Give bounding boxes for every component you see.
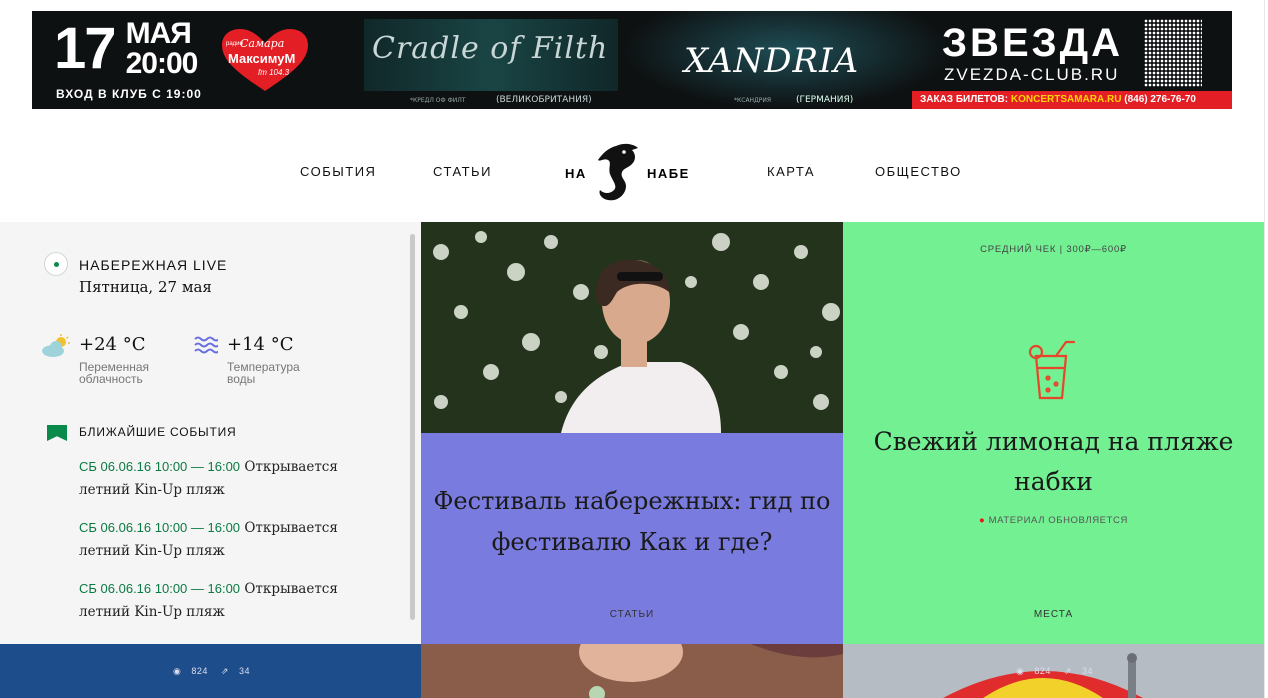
article-category: СТАТЬИ [609,609,655,620]
site-logo[interactable]: НА НАБЕ [560,140,700,206]
water-label-line2: воды [227,372,256,386]
eye-icon: ◉ [173,666,182,676]
air-label-line2: облачность [79,372,143,386]
ad-date: 17 МАЯ 20:00 [54,16,199,81]
event-text: Открывается [244,459,338,475]
band2-caption: *КСАНДРИЯ [734,97,772,104]
page: 17 МАЯ 20:00 ВХОД В КЛУБ С 19:00 радио С… [0,0,1268,698]
ad-month: МАЯ [125,17,192,50]
tickets-site: KONCERTSAMARA.RU [1010,94,1122,105]
ad-time: 20:00 [125,47,199,80]
status-dot-icon: ● [979,515,986,526]
right-tile-stats: ◉ 824 ⇗ 34 [1016,666,1103,677]
water-temperature: +14 °C [227,334,294,355]
water-waves-icon [194,336,218,354]
page-right-edge [1264,0,1268,698]
sidebar-scrollbar[interactable] [410,234,415,620]
upcoming-events-title: БЛИЖАЙШИЕ СОБЫТИЯ [79,425,237,439]
event-text-line2: летний Kin-Up пляж [79,482,225,498]
person-photo-image [421,644,843,698]
share-icon: ⇗ [220,666,229,676]
live-indicator-icon [44,252,68,276]
ad-month-time: МАЯ 20:00 [125,17,199,80]
club-name: ЗВЕЗДА [942,21,1124,65]
event-time: СБ 06.06.16 10:00 — 16:00 [79,581,241,596]
article-title: Фестиваль набережных: гид по фестивалю К… [421,481,843,563]
views-count: 824 [1034,666,1051,676]
event-time: СБ 06.06.16 10:00 — 16:00 [79,459,241,474]
radio-name: Самара [240,37,285,50]
radio-brand: МаксимуМ [228,51,296,66]
radio-freq: fm 104.3 [258,68,290,77]
band1-country: (ВЕЛИКОБРИТАНИЯ) [496,95,592,105]
club-url: ZVEZDA-CLUB.RU [944,65,1120,84]
band2-logo: XANDRIA [684,41,860,81]
update-status: ● МАТЕРИАЛ ОБНОВЛЯЕТСЯ [843,515,1264,526]
views-count: 824 [191,666,208,676]
article-title-line2: фестивалю Как и где? [491,528,773,556]
article-title-line1: Фестиваль набережных: гид по [433,487,831,515]
air-condition-label: Переменная облачность [79,361,189,385]
event-text: Открывается [244,520,338,536]
update-status-text: МАТЕРИАЛ ОБНОВЛЯЕТСЯ [988,515,1128,526]
event-item[interactable]: СБ 06.06.16 10:00 — 16:00 Открывается ле… [79,516,379,563]
nav-articles[interactable]: СТАТЬИ [433,164,492,179]
logo-left-text: НА [565,166,587,181]
place-title-line2: набки [1014,467,1093,496]
ad-banner[interactable]: 17 МАЯ 20:00 ВХОД В КЛУБ С 19:00 радио С… [32,11,1232,109]
live-title: НАБЕРЕЖНАЯ LIVE [79,257,228,273]
tickets-strip: ЗАКАЗ БИЛЕТОВ: KONCERTSAMARA.RU (846) 27… [912,91,1232,109]
seahorse-logo-icon [598,143,638,201]
main-nav: СОБЫТИЯ СТАТЬИ НА НАБЕ КАРТА ОБЩЕСТВО [0,120,1268,222]
event-item[interactable]: СБ 06.06.16 10:00 — 16:00 Открывается ле… [79,577,379,624]
event-item[interactable]: СБ 06.06.16 10:00 — 16:00 Открывается ле… [79,455,379,502]
event-time: СБ 06.06.16 10:00 — 16:00 [79,520,241,535]
woman-among-flowers-image [421,222,843,433]
lemonade-glass-icon [1028,340,1076,400]
nav-map[interactable]: КАРТА [767,164,815,179]
club-logo-icon [1144,19,1202,87]
live-date: Пятница, 27 мая [79,278,212,296]
nav-society[interactable]: ОБЩЕСТВО [875,164,962,179]
radio-maximum-logo: радио Самара МаксимуМ fm 104.3 [218,27,312,93]
event-text-line2: летний Kin-Up пляж [79,543,225,559]
average-check: СРЕДНИЙ ЧЕК | 300₽—600₽ [980,244,1127,255]
blue-tile-stats: ◉ 824 ⇗ 34 [173,666,260,677]
air-temperature: +24 °C [79,334,146,355]
share-icon: ⇗ [1063,666,1072,676]
place-category: МЕСТА [1033,609,1074,620]
place-title: Свежий лимонад на пляже набки [843,422,1264,502]
shares-count: 34 [1081,666,1093,676]
tickets-label: ЗАКАЗ БИЛЕТОВ: [920,94,1009,105]
band2-country: (ГЕРМАНИЯ) [796,95,854,105]
shares-count: 34 [238,666,250,676]
band1-caption: *КРЕДЛ ОФ ФИЛТ [410,97,466,104]
logo-right-text: НАБЕ [647,166,690,181]
tickets-phone: (846) 276-76-70 [1124,94,1196,105]
band1-logo: Cradle of Filth [372,31,609,66]
article-tile-festival[interactable]: Фестиваль набережных: гид по фестивалю К… [421,433,843,644]
article-photo[interactable] [421,222,843,433]
partly-cloudy-icon [42,334,70,357]
water-temperature-label: Температура воды [227,361,337,385]
place-title-line1: Свежий лимонад на пляже [873,427,1234,456]
ad-day: 17 [54,16,116,81]
ad-entry-time: ВХОД В КЛУБ С 19:00 [56,87,202,101]
article-tile-photo-bottom[interactable] [421,644,843,698]
event-text: Открывается [244,581,338,597]
eye-icon: ◉ [1016,666,1025,676]
event-text-line2: летний Kin-Up пляж [79,604,225,620]
nav-events[interactable]: СОБЫТИЯ [300,164,376,179]
